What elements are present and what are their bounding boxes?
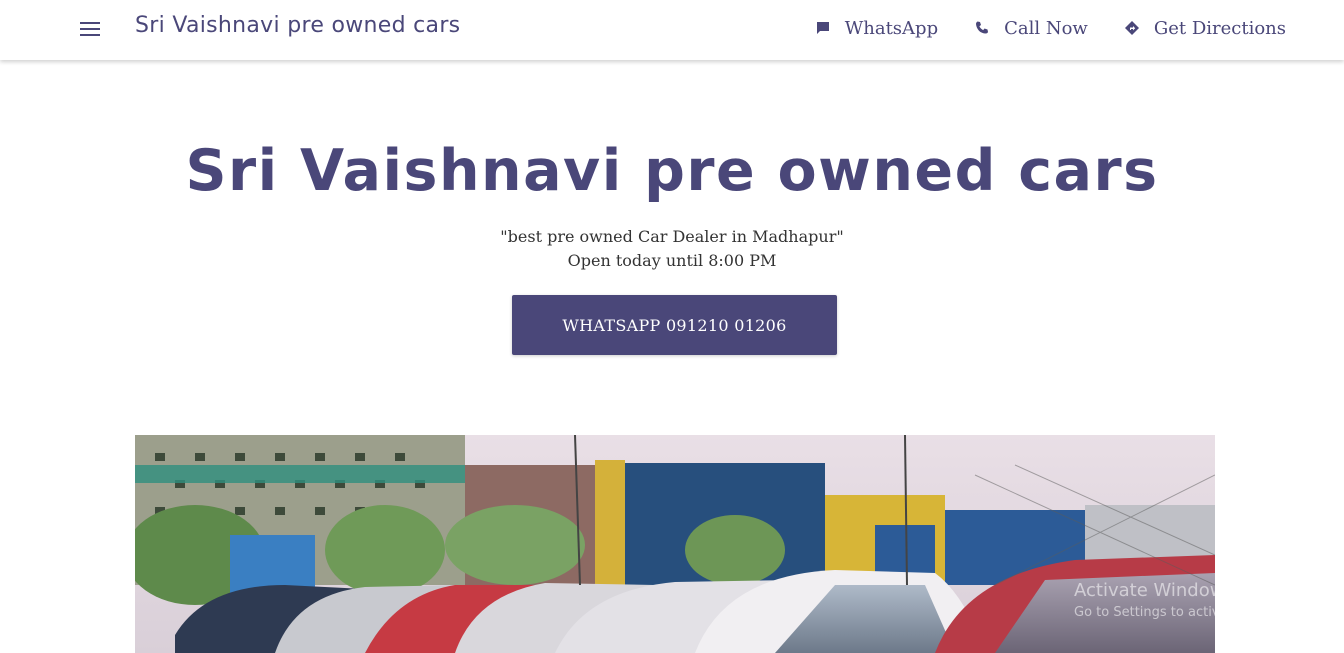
watermark-line-1: Activate Windows [1074, 580, 1234, 601]
get-directions-link[interactable]: Get Directions [1088, 14, 1286, 42]
opening-hours: Open today until 8:00 PM [567, 251, 777, 270]
hero-photo [135, 435, 1215, 653]
watermark-line-2: Go to Settings to activate Windows. [1074, 605, 1307, 620]
site-brand[interactable]: Sri Vaishnavi pre owned cars [135, 13, 460, 38]
car-lot-image [135, 435, 1215, 653]
directions-icon [1124, 21, 1139, 35]
activate-windows-watermark: Activate Windows Go to Settings to activ… [1074, 580, 1307, 624]
hero-tagline: "best pre owned Car Dealer in Madhapur" … [0, 225, 1344, 273]
page-title: Sri Vaishnavi pre owned cars [185, 138, 1159, 204]
chat-icon [816, 22, 829, 34]
top-nav: WhatsApp Call Now Get Directions [779, 14, 1286, 42]
whatsapp-link-label: WhatsApp [844, 17, 939, 39]
get-directions-label: Get Directions [1153, 17, 1286, 39]
whatsapp-link[interactable]: WhatsApp [779, 14, 938, 42]
phone-icon [976, 21, 989, 34]
tagline-text: "best pre owned Car Dealer in Madhapur" [500, 227, 844, 246]
menu-icon[interactable] [78, 17, 102, 41]
whatsapp-cta-button[interactable]: WHATSAPP 091210 01206 [512, 295, 837, 355]
call-now-label: Call Now [1004, 17, 1088, 39]
top-bar: Sri Vaishnavi pre owned cars WhatsApp Ca… [0, 0, 1344, 60]
call-now-link[interactable]: Call Now [938, 14, 1088, 42]
